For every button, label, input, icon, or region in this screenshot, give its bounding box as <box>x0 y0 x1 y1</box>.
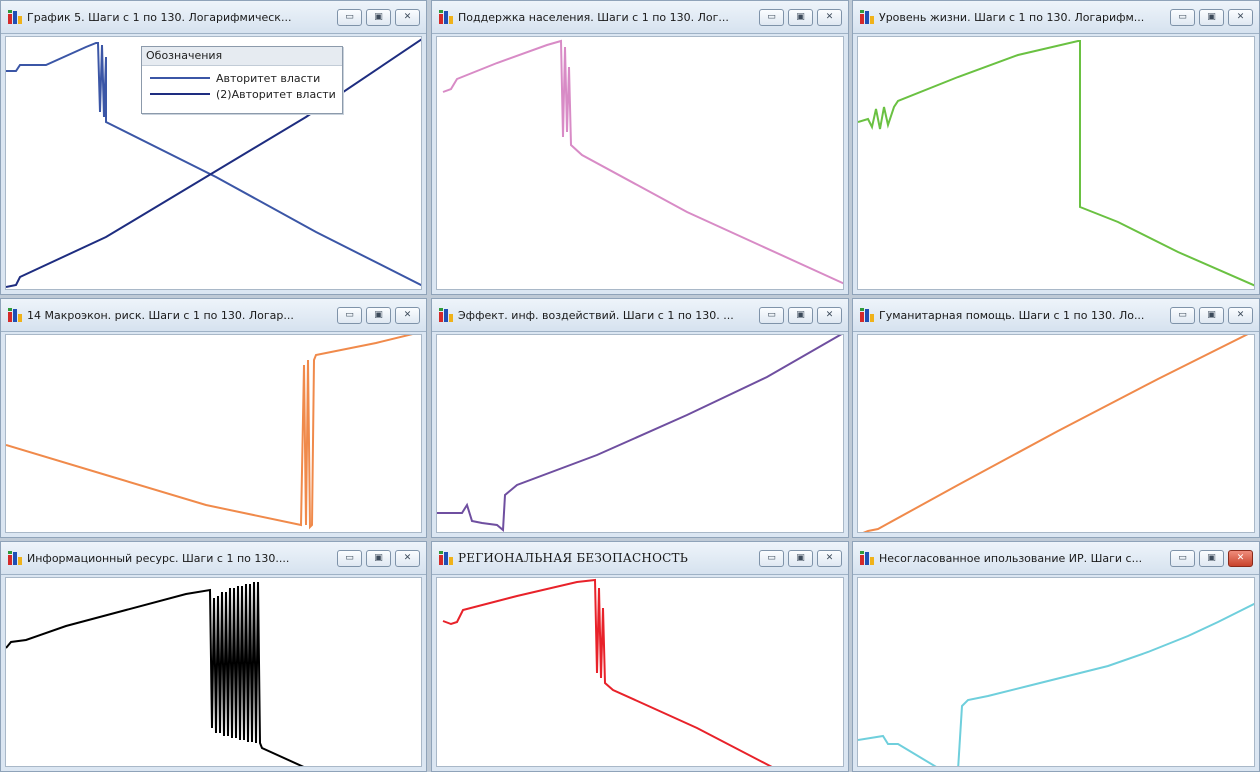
window-titlebar[interactable]: Эффект. инф. воздействий. Шаги с 1 по 13… <box>432 299 848 332</box>
window-title: График 5. Шаги с 1 по 130. Логарифмическ… <box>27 10 292 24</box>
series-line <box>862 335 1249 532</box>
chart-window-humanitarian-aid[interactable]: Гуманитарная помощь. Шаги с 1 по 130. Ло… <box>852 298 1260 538</box>
chart-svg <box>6 335 413 530</box>
window-title: РЕГИОНАЛЬНАЯ БЕЗОПАСНОСТЬ <box>458 551 688 565</box>
chart-window-info-effect[interactable]: Эффект. инф. воздействий. Шаги с 1 по 13… <box>431 298 849 538</box>
legend-item: Авторитет власти <box>142 70 342 86</box>
close-button[interactable]: ✕ <box>1228 549 1253 567</box>
minimize-button[interactable]: ▭ <box>337 549 362 567</box>
chart-window-authority[interactable]: График 5. Шаги с 1 по 130. Логарифмическ… <box>0 0 427 295</box>
app-icon <box>438 550 454 566</box>
window-titlebar[interactable]: График 5. Шаги с 1 по 130. Логарифмическ… <box>1 1 426 34</box>
minimize-button[interactable]: ▭ <box>759 549 784 567</box>
maximize-button[interactable]: ▣ <box>1199 306 1224 324</box>
close-button[interactable]: ✕ <box>395 306 420 324</box>
minimize-button[interactable]: ▭ <box>759 8 784 26</box>
app-icon <box>859 307 875 323</box>
window-title: Несогласованное ипользование ИР. Шаги с.… <box>879 551 1143 565</box>
chart-svg <box>858 40 1254 287</box>
series-line <box>442 578 773 766</box>
window-titlebar[interactable]: РЕГИОНАЛЬНАЯ БЕЗОПАСНОСТЬ ▭ ▣ ✕ <box>432 542 848 575</box>
close-button[interactable]: ✕ <box>1228 8 1253 26</box>
app-icon <box>859 9 875 25</box>
series-line <box>6 335 413 530</box>
chart-svg <box>442 39 843 285</box>
maximize-button[interactable]: ▣ <box>1199 549 1224 567</box>
maximize-button[interactable]: ▣ <box>788 8 813 26</box>
chart-svg <box>442 578 773 766</box>
chart-svg <box>862 335 1249 532</box>
window-titlebar[interactable]: 14 Макроэкон. риск. Шаги с 1 по 130. Лог… <box>1 299 426 332</box>
window-title: Информационный ресурс. Шаги с 1 по 130..… <box>27 551 290 565</box>
series-line <box>437 335 843 532</box>
maximize-button[interactable]: ▣ <box>1199 8 1224 26</box>
chart-plot-area <box>436 577 844 767</box>
legend-swatch <box>150 93 210 95</box>
window-titlebar[interactable]: Уровень жизни. Шаги с 1 по 130. Логарифм… <box>853 1 1259 34</box>
minimize-button[interactable]: ▭ <box>337 8 362 26</box>
app-icon <box>859 550 875 566</box>
chart-window-info-resource[interactable]: Информационный ресурс. Шаги с 1 по 130..… <box>0 541 427 772</box>
maximize-button[interactable]: ▣ <box>366 549 391 567</box>
app-icon <box>7 550 23 566</box>
series-line <box>858 602 1254 766</box>
minimize-button[interactable]: ▭ <box>1170 306 1195 324</box>
window-titlebar[interactable]: Информационный ресурс. Шаги с 1 по 130..… <box>1 542 426 575</box>
minimize-button[interactable]: ▭ <box>1170 549 1195 567</box>
maximize-button[interactable]: ▣ <box>366 306 391 324</box>
window-title: 14 Макроэкон. риск. Шаги с 1 по 130. Лог… <box>27 308 294 322</box>
app-icon <box>7 307 23 323</box>
app-icon <box>438 9 454 25</box>
maximize-button[interactable]: ▣ <box>788 549 813 567</box>
legend-title: Обозначения <box>142 47 342 66</box>
legend-swatch <box>150 77 210 79</box>
chart-plot-area <box>857 36 1255 290</box>
app-icon <box>438 307 454 323</box>
chart-svg <box>437 335 843 532</box>
window-title: Гуманитарная помощь. Шаги с 1 по 130. Ло… <box>879 308 1145 322</box>
legend-label: (2)Авторитет власти <box>216 87 336 101</box>
chart-window-public-support[interactable]: Поддержка населения. Шаги с 1 по 130. Ло… <box>431 0 849 295</box>
chart-plot-area <box>436 334 844 533</box>
window-titlebar[interactable]: Гуманитарная помощь. Шаги с 1 по 130. Ло… <box>853 299 1259 332</box>
close-button[interactable]: ✕ <box>395 8 420 26</box>
chart-plot-area <box>5 334 422 533</box>
chart-plot-area <box>5 577 422 767</box>
legend-label: Авторитет власти <box>216 71 321 85</box>
maximize-button[interactable]: ▣ <box>366 8 391 26</box>
chart-window-uncoordinated-ir[interactable]: Несогласованное ипользование ИР. Шаги с.… <box>852 541 1260 772</box>
chart-svg <box>6 581 305 766</box>
close-button[interactable]: ✕ <box>817 8 842 26</box>
chart-plot-area: Обозначения Авторитет власти (2)Авторите… <box>5 36 422 290</box>
close-button[interactable]: ✕ <box>817 306 842 324</box>
window-title: Эффект. инф. воздействий. Шаги с 1 по 13… <box>458 308 734 322</box>
chart-window-living-standard[interactable]: Уровень жизни. Шаги с 1 по 130. Логарифм… <box>852 0 1260 295</box>
series-line <box>6 581 305 766</box>
window-titlebar[interactable]: Несогласованное ипользование ИР. Шаги с.… <box>853 542 1259 575</box>
series-line <box>442 39 843 285</box>
chart-window-regional-security[interactable]: РЕГИОНАЛЬНАЯ БЕЗОПАСНОСТЬ ▭ ▣ ✕ <box>431 541 849 772</box>
window-title: Уровень жизни. Шаги с 1 по 130. Логарифм… <box>879 10 1145 24</box>
chart-legend: Обозначения Авторитет власти (2)Авторите… <box>141 46 343 114</box>
minimize-button[interactable]: ▭ <box>759 306 784 324</box>
chart-plot-area <box>857 577 1255 767</box>
close-button[interactable]: ✕ <box>817 549 842 567</box>
legend-item: (2)Авторитет власти <box>142 86 342 102</box>
window-grid: График 5. Шаги с 1 по 130. Логарифмическ… <box>0 0 1260 772</box>
window-title: Поддержка населения. Шаги с 1 по 130. Ло… <box>458 10 729 24</box>
chart-plot-area <box>436 36 844 290</box>
chart-window-macro-risk[interactable]: 14 Макроэкон. риск. Шаги с 1 по 130. Лог… <box>0 298 427 538</box>
close-button[interactable]: ✕ <box>395 549 420 567</box>
minimize-button[interactable]: ▭ <box>1170 8 1195 26</box>
maximize-button[interactable]: ▣ <box>788 306 813 324</box>
chart-svg <box>858 602 1254 766</box>
close-button[interactable]: ✕ <box>1228 306 1253 324</box>
series-line <box>858 40 1254 287</box>
chart-plot-area <box>857 334 1255 533</box>
app-icon <box>7 9 23 25</box>
window-titlebar[interactable]: Поддержка населения. Шаги с 1 по 130. Ло… <box>432 1 848 34</box>
minimize-button[interactable]: ▭ <box>337 306 362 324</box>
